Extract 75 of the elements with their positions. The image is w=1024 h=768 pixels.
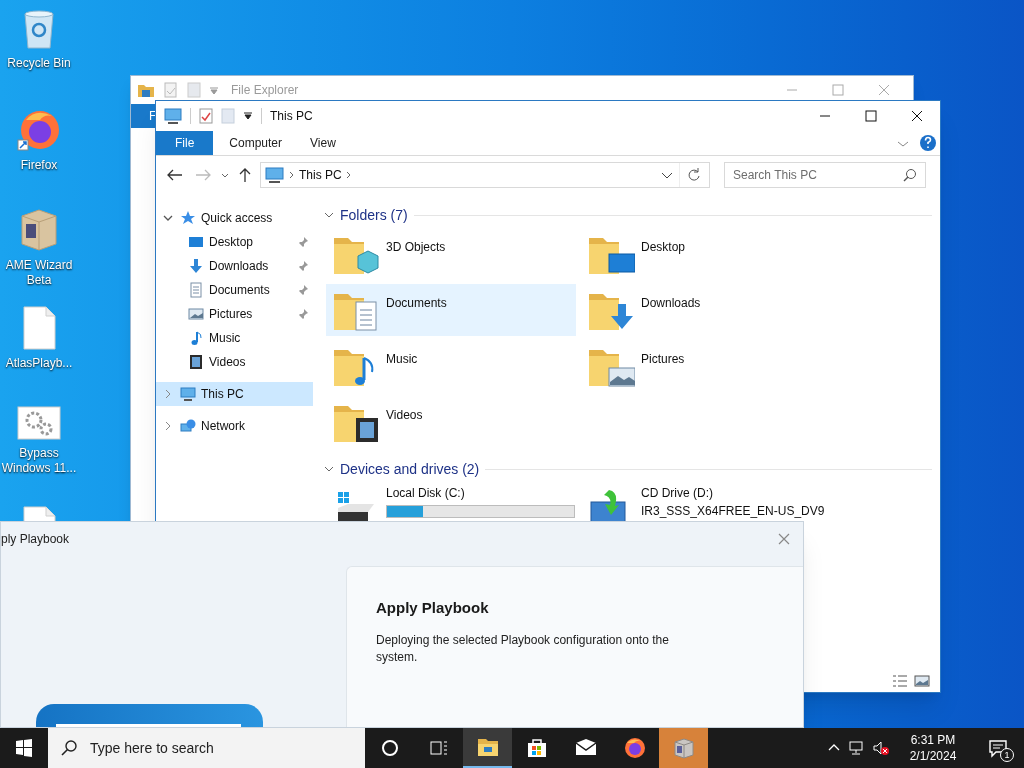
windows-logo-icon <box>15 739 33 757</box>
nav-item[interactable]: Pictures <box>156 302 313 326</box>
close-button[interactable] <box>777 532 791 546</box>
computer-icon[interactable] <box>164 108 182 124</box>
search-icon <box>903 168 917 182</box>
music-note-icon <box>188 330 204 346</box>
folder-item[interactable]: Desktop <box>581 228 831 280</box>
pin-icon <box>297 260 309 272</box>
ribbon-tab[interactable]: View <box>296 131 350 155</box>
ribbon-tab[interactable]: Computer <box>215 131 297 155</box>
nav-item[interactable]: Desktop <box>156 230 313 254</box>
folder-icon[interactable] <box>137 82 155 98</box>
close-icon <box>911 110 923 122</box>
maximize-icon <box>832 84 844 96</box>
firefox-icon <box>622 736 647 760</box>
document-icon[interactable] <box>21 306 57 350</box>
folder-item[interactable]: 3D Objects <box>326 228 576 280</box>
message-icon <box>988 738 1008 758</box>
search-field[interactable]: Type here to search <box>48 728 365 768</box>
desktop-folder-icon <box>188 234 204 250</box>
properties-icon[interactable] <box>199 108 213 124</box>
search-field[interactable]: Search This PC <box>724 162 926 188</box>
nav-item[interactable]: Documents <box>156 278 313 302</box>
chevron-down-icon[interactable] <box>324 210 334 220</box>
nav-item[interactable]: Downloads <box>156 254 313 278</box>
nav-item[interactable]: Network <box>156 414 313 438</box>
chevron-down-icon[interactable] <box>324 464 334 474</box>
search-icon <box>60 739 78 757</box>
window-title: This PC <box>270 108 313 125</box>
volume-label: IR3_SSS_X64FREE_EN-US_DV9 <box>641 503 825 520</box>
document-icon <box>188 282 204 298</box>
star-icon <box>180 210 196 226</box>
pin-icon <box>297 308 309 320</box>
nav-item[interactable]: Videos <box>156 350 313 374</box>
notifications-button[interactable]: 1 <box>976 728 1020 768</box>
network-icon <box>180 418 196 434</box>
film-icon <box>188 354 204 370</box>
details-view-icon[interactable] <box>892 674 908 688</box>
folder-taskbar-button[interactable] <box>463 728 512 768</box>
notification-count: 1 <box>1000 748 1014 762</box>
computer-icon <box>180 386 196 402</box>
group-header[interactable]: Folders (7) <box>340 204 408 226</box>
window-title: ply Playbook <box>1 531 71 548</box>
close-icon <box>878 84 890 96</box>
pin-icon <box>297 284 309 296</box>
nav-item[interactable]: Music <box>156 326 313 350</box>
nav-item[interactable]: Quick access <box>156 206 313 230</box>
nav-item[interactable]: This PC <box>156 382 313 406</box>
clock[interactable]: 6:31 PM 2/1/2024 <box>896 732 970 764</box>
download-arrow-icon <box>188 258 204 274</box>
cardboard-box-icon <box>671 736 696 760</box>
group-header[interactable]: Devices and drives (2) <box>340 458 480 480</box>
address-bar[interactable]: This PC <box>260 162 710 188</box>
picture-icon <box>188 306 204 322</box>
dropdown-icon[interactable] <box>243 111 253 121</box>
pin-icon <box>297 236 309 248</box>
ribbon-tab[interactable]: File <box>156 131 214 155</box>
breadcrumb[interactable]: This PC <box>299 166 342 184</box>
computer-icon <box>263 167 285 183</box>
primary-button[interactable] <box>36 704 263 727</box>
folder-item[interactable]: Music <box>326 340 576 392</box>
network-icon[interactable] <box>848 740 866 756</box>
maximize-icon <box>865 110 877 122</box>
large-icons-view-icon[interactable] <box>914 674 930 688</box>
dialog-heading: Apply Playbook <box>376 598 490 618</box>
window-title: File Explorer <box>231 82 299 99</box>
gears-icon[interactable] <box>17 406 61 440</box>
folder-item[interactable]: Downloads <box>581 284 831 336</box>
drive-name[interactable]: CD Drive (D:) <box>641 484 825 502</box>
folder-item[interactable]: Documents <box>326 284 576 336</box>
volume-muted-icon[interactable] <box>872 740 890 756</box>
dialog-text: Deploying the selected Playbook configuration onto the system. <box>376 631 670 666</box>
folder-item[interactable]: Pictures <box>581 340 831 392</box>
folder-item[interactable]: Videos <box>326 396 576 448</box>
drive-name[interactable]: Local Disk (C:) <box>386 484 575 502</box>
